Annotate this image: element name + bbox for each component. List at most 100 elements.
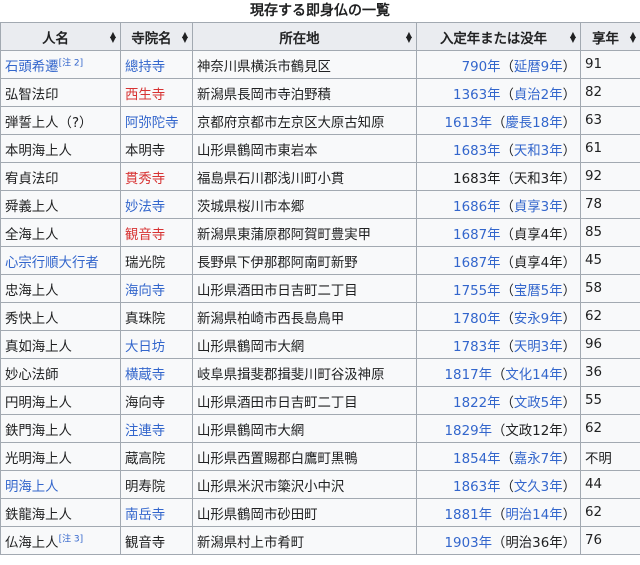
footnote-link[interactable]: [注 2] — [59, 58, 84, 68]
cell-year: 1755年（宝暦5年） — [416, 274, 581, 303]
location-text: 茨城県桜川市本郷 — [197, 199, 305, 215]
era-value[interactable]: 貞享3年 — [514, 200, 563, 215]
cell-name: 弾誓上人（?） — [0, 106, 121, 135]
location-text: 新潟県村上市肴町 — [197, 535, 305, 551]
cell-location: 新潟県村上市肴町 — [192, 526, 417, 555]
year-value[interactable]: 790年 — [462, 60, 501, 75]
footnote-link[interactable]: [注 3] — [59, 534, 84, 544]
cell-location: 山形県鶴岡市東岩本 — [192, 134, 417, 163]
era-value[interactable]: 慶長18年 — [505, 116, 562, 131]
era-close-paren: ） — [562, 395, 576, 411]
table-row: 秀快上人 真珠院 新潟県柏崎市西長島鳥甲 1780年（安永9年） 62 — [0, 302, 640, 331]
sort-icon[interactable]: ▲ ▼ — [630, 30, 636, 43]
header-row: 人名 ▲ ▼ 寺院名 ▲ ▼ 所在地 ▲ ▼ 入定年または没年 ▲ ▼ 享年 ▲ ▼ — [0, 22, 640, 51]
era-value[interactable]: 文政5年 — [514, 396, 563, 411]
person-name[interactable]: 石頭希遷 — [5, 60, 59, 75]
era-open-paren: （ — [492, 367, 506, 383]
cell-age: 45 — [580, 246, 640, 275]
column-header-temple[interactable]: 寺院名 ▲ ▼ — [120, 22, 193, 51]
era-close-paren: ） — [562, 227, 576, 243]
era-open-paren: （ — [500, 339, 514, 355]
year-value[interactable]: 1829年 — [445, 424, 492, 439]
temple-name[interactable]: 妙法寺 — [125, 200, 165, 215]
temple-name[interactable]: 観音寺 — [125, 228, 165, 243]
cell-temple: 貫秀寺 — [120, 162, 193, 191]
era-value: 明治36年 — [505, 535, 563, 551]
column-header-location[interactable]: 所在地 ▲ ▼ — [192, 22, 417, 51]
cell-name: 鉄龍海上人 — [0, 498, 121, 527]
year-value[interactable]: 1817年 — [445, 368, 492, 383]
column-header-age[interactable]: 享年 ▲ ▼ — [580, 22, 640, 51]
temple-name[interactable]: 南岳寺 — [125, 508, 165, 523]
cell-name: 鉄門海上人 — [0, 414, 121, 443]
era-value[interactable]: 延暦9年 — [514, 60, 563, 75]
year-value[interactable]: 1903年 — [445, 536, 492, 551]
era-close-paren: ） — [562, 115, 576, 131]
table-row: 仏海上人[注 3] 観音寺 新潟県村上市肴町 1903年（明治36年） 76 — [0, 526, 640, 555]
year-value[interactable]: 1783年 — [453, 340, 500, 355]
temple-name[interactable]: 海向寺 — [125, 284, 165, 299]
year-value[interactable]: 1780年 — [453, 312, 500, 327]
column-header-name[interactable]: 人名 ▲ ▼ — [0, 22, 121, 51]
cell-location: 新潟県長岡市寺泊野積 — [192, 78, 417, 107]
year-value[interactable]: 1854年 — [453, 452, 500, 467]
year-value[interactable]: 1687年 — [453, 228, 500, 243]
temple-name[interactable]: 貫秀寺 — [125, 172, 165, 187]
cell-name: 本明海上人 — [0, 134, 121, 163]
table-row: 本明海上人 本明寺 山形県鶴岡市東岩本 1683年（天和3年） 61 — [0, 134, 640, 163]
year-value[interactable]: 1755年 — [453, 284, 500, 299]
sort-icon[interactable]: ▲ ▼ — [570, 30, 576, 43]
era-value[interactable]: 嘉永7年 — [514, 452, 563, 467]
era-value[interactable]: 文化14年 — [505, 368, 562, 383]
sort-icon[interactable]: ▲ ▼ — [406, 30, 412, 43]
cell-age: 62 — [580, 302, 640, 331]
year-value[interactable]: 1881年 — [445, 508, 492, 523]
year-value[interactable]: 1686年 — [453, 200, 500, 215]
year-value[interactable]: 1613年 — [445, 116, 492, 131]
age-value: 76 — [585, 533, 603, 548]
era-value[interactable]: 宝暦5年 — [514, 284, 563, 299]
table-row: 真如海上人 大日坊 山形県鶴岡市大網 1783年（天明3年） 96 — [0, 330, 640, 359]
year-value[interactable]: 1687年 — [453, 256, 500, 271]
temple-name[interactable]: 阿弥陀寺 — [125, 116, 179, 131]
sort-icon[interactable]: ▲ ▼ — [182, 30, 188, 43]
era-open-paren: （ — [500, 227, 514, 243]
temple-name[interactable]: 横蔵寺 — [125, 368, 165, 383]
era-open-paren: （ — [500, 479, 514, 495]
era-value[interactable]: 天明3年 — [514, 340, 563, 355]
era-open-paren: （ — [500, 171, 514, 187]
era-value[interactable]: 明治14年 — [505, 508, 562, 523]
year-value[interactable]: 1863年 — [453, 480, 500, 495]
era-value[interactable]: 安永9年 — [514, 312, 563, 327]
cell-name: 秀快上人 — [0, 302, 121, 331]
table-row: 舜義上人 妙法寺 茨城県桜川市本郷 1686年（貞享3年） 78 — [0, 190, 640, 219]
year-value[interactable]: 1683年 — [453, 144, 500, 159]
era-value[interactable]: 文久3年 — [514, 480, 563, 495]
sort-icon[interactable]: ▲ ▼ — [110, 30, 116, 43]
temple-name[interactable]: 大日坊 — [125, 340, 165, 355]
sokushinbutsu-table: 人名 ▲ ▼ 寺院名 ▲ ▼ 所在地 ▲ ▼ 入定年または没年 ▲ ▼ 享年 ▲ ▼ 石頭希遷[注 … — [0, 22, 640, 555]
person-name[interactable]: 心宗行順大行者 — [5, 256, 99, 271]
column-header-year[interactable]: 入定年または没年 ▲ ▼ — [416, 22, 581, 51]
year-value[interactable]: 1822年 — [453, 396, 500, 411]
era-open-paren: （ — [500, 311, 514, 327]
era-open-paren: （ — [492, 115, 506, 131]
temple-name[interactable]: 注連寺 — [125, 424, 165, 439]
table-row: 石頭希遷[注 2] 總持寺 神奈川県横浜市鶴見区 790年（延暦9年） 91 — [0, 50, 640, 79]
age-value: 96 — [585, 337, 603, 352]
table-row: 鉄龍海上人 南岳寺 山形県鶴岡市砂田町 1881年（明治14年） 62 — [0, 498, 640, 527]
person-name: 真如海上人 — [5, 339, 72, 355]
age-value: 58 — [585, 281, 603, 296]
era-close-paren: ） — [562, 479, 576, 495]
era-open-paren: （ — [500, 395, 514, 411]
era-value[interactable]: 天和3年 — [514, 144, 563, 159]
location-text: 新潟県柏崎市西長島鳥甲 — [197, 311, 345, 327]
cell-year: 1903年（明治36年） — [416, 526, 581, 555]
temple-name[interactable]: 總持寺 — [125, 60, 165, 75]
person-name[interactable]: 明海上人 — [5, 480, 59, 495]
cell-location: 茨城県桜川市本郷 — [192, 190, 417, 219]
temple-name[interactable]: 西生寺 — [125, 88, 165, 103]
age-value: 85 — [585, 225, 603, 240]
era-value[interactable]: 貞治2年 — [514, 88, 563, 103]
year-value[interactable]: 1363年 — [453, 88, 500, 103]
